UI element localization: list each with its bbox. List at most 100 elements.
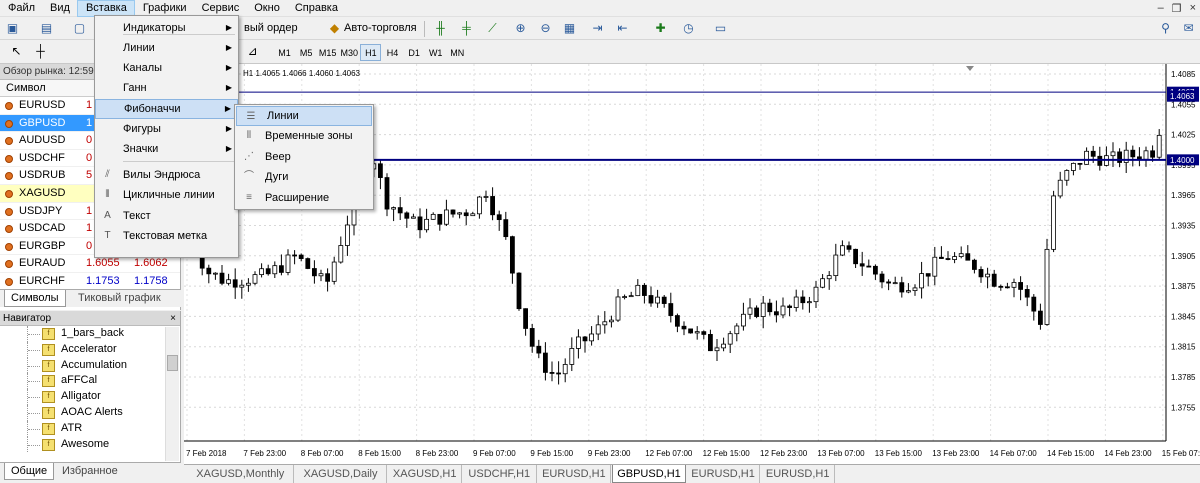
bar-chart-icon[interactable]: ╫ (432, 20, 449, 37)
navigator-item[interactable]: f AOAC Alerts (0, 404, 180, 421)
auto-scroll-icon[interactable]: ⇥ (589, 20, 606, 37)
minimize-icon[interactable]: – (1158, 2, 1164, 15)
tile-windows-icon[interactable]: ▦ (561, 20, 578, 37)
tools-dropdown-icon[interactable]: ⊿ (244, 43, 261, 60)
profiles-icon[interactable]: ▤ (38, 20, 55, 37)
fibonacci-menu-item[interactable]: ⦀ Временные зоны (235, 126, 373, 146)
chart-tab[interactable]: EURUSD,H1 (538, 465, 612, 483)
navigator-item[interactable]: f Awesome (0, 436, 180, 453)
timeframe-h4[interactable]: H4 (382, 44, 403, 61)
insert-menu-item[interactable]: Ганн ▶ (95, 78, 238, 98)
insert-menu-item[interactable]: Индикаторы ▶ (95, 18, 238, 38)
navigator-item-label: Awesome (61, 437, 110, 450)
candle-body (265, 268, 271, 275)
menu-item-1[interactable]: Вид (42, 0, 77, 17)
timeframe-m5[interactable]: M5 (296, 44, 317, 61)
timeframe-w1[interactable]: W1 (425, 44, 446, 61)
navigator-item[interactable]: f ATR (0, 420, 180, 437)
insert-menu-item[interactable]: Значки ▶ (95, 139, 238, 159)
timeframe-m15[interactable]: M15 (317, 44, 338, 61)
navigator-item-label: AOAC Alerts (61, 405, 123, 418)
candlestick-icon[interactable]: ╪ (458, 20, 475, 37)
candle-body (780, 305, 786, 316)
menu-separator (123, 34, 235, 35)
chart-tab[interactable]: EURUSD,H1 (761, 465, 835, 483)
chart-shift-marker[interactable] (966, 66, 974, 71)
cursor-icon[interactable]: ↖ (8, 43, 25, 60)
candle-body (437, 213, 443, 225)
tab-common[interactable]: Общие (4, 463, 55, 480)
close-icon[interactable]: × (170, 311, 176, 326)
crosshair-icon[interactable]: ┼ (32, 43, 49, 60)
text-icon: A (104, 209, 111, 221)
fibonacci-menu-item[interactable]: ≡ Расширение (235, 188, 373, 208)
navigator-item[interactable]: f aFFCal (0, 373, 180, 390)
candle-body (833, 254, 839, 277)
insert-menu-item[interactable]: T Текстовая метка (95, 226, 238, 246)
chart-tab[interactable]: XAGUSD,H1 (388, 465, 462, 483)
search-icon[interactable]: ⚲ (1157, 20, 1174, 37)
chart-shift-icon[interactable]: ⇤ (614, 20, 631, 37)
menu-item-6[interactable]: Справка (287, 0, 345, 17)
symbol-status-icon (5, 277, 13, 286)
insert-menu-item[interactable]: ⫽ Вилы Эндрюса (95, 165, 238, 185)
chart-tab[interactable]: XAGUSD,Monthly (188, 465, 294, 483)
chart-window-icon[interactable]: ▢ (71, 20, 88, 37)
candle-body (800, 296, 806, 304)
symbol-row[interactable]: EURCHF 1.1753 1.1758 (0, 273, 180, 291)
menu-item-0[interactable]: Файл (0, 0, 42, 17)
scrollbar-thumb[interactable] (167, 355, 178, 371)
templates-icon[interactable]: ▭ (712, 20, 729, 37)
auto-trading-icon[interactable]: ◆ (326, 20, 343, 37)
new-chart-icon[interactable]: ▣ (4, 20, 21, 37)
new-order-button[interactable]: вый ордер (244, 20, 298, 37)
line-chart-icon[interactable]: ⟋ (484, 20, 501, 37)
periods-icon[interactable]: ◷ (680, 20, 697, 37)
zoom-out-icon[interactable]: ⊖ (537, 20, 554, 37)
timeframe-h1[interactable]: H1 (360, 44, 382, 61)
chart-tab[interactable]: GBPUSD,H1 (612, 465, 686, 483)
chart-tab[interactable]: XAGUSD,Daily (295, 465, 388, 483)
chart-tab[interactable]: EURUSD,H1 (687, 465, 761, 483)
navigator-item[interactable]: f 1_bars_back (0, 326, 180, 342)
candle-body (496, 214, 502, 221)
insert-menu-item[interactable]: ⦀ Цикличные линии (95, 185, 238, 205)
time-tick-label: 12 Feb 07:00 (645, 449, 693, 458)
restore-icon[interactable]: ❐ (1172, 2, 1182, 15)
fibonacci-menu-item[interactable]: ⋰ Веер (235, 147, 373, 167)
fibonacci-menu-item[interactable]: ⌒ Дуги (235, 167, 373, 187)
navigator-item[interactable]: f Alligator (0, 389, 180, 405)
candle-body (443, 209, 449, 225)
auto-trading-button[interactable]: Авто-торговля (344, 20, 417, 37)
tab-favorites[interactable]: Избранное (56, 463, 124, 480)
chart-tab[interactable]: USDCHF,H1 (463, 465, 537, 483)
candle-body (602, 321, 608, 326)
navigator-item[interactable]: f Accumulation (0, 357, 180, 374)
tab-symbols[interactable]: Символы (4, 290, 66, 307)
insert-menu-item[interactable]: Фигуры ▶ (95, 119, 238, 139)
insert-menu-item[interactable]: Фибоначчи ▶ (95, 98, 238, 119)
insert-menu-item[interactable]: A Текст (95, 206, 238, 226)
tree-line (27, 373, 41, 390)
candle-body (873, 265, 878, 275)
chat-icon[interactable]: ✉ (1180, 20, 1197, 37)
zoom-in-icon[interactable]: ⊕ (512, 20, 529, 37)
insert-menu-item[interactable]: Линии ▶ (95, 38, 238, 58)
candle-body (932, 256, 938, 277)
insert-menu-item[interactable]: Каналы ▶ (95, 58, 238, 78)
symbol-ask: 1.1758 (134, 274, 168, 287)
indicators-icon[interactable]: ✚ (652, 20, 669, 37)
timeframe-d1[interactable]: D1 (404, 44, 425, 61)
navigator-item[interactable]: f Accelerator (0, 341, 180, 358)
timeframe-mn[interactable]: MN (447, 44, 468, 61)
menu-item-5[interactable]: Окно (246, 0, 287, 17)
tab-tick-chart[interactable]: Тиковый график (72, 290, 167, 307)
navigator-scrollbar[interactable] (165, 327, 179, 461)
price-tick-label: 1.4025 (1171, 131, 1196, 140)
timeframe-m1[interactable]: M1 (274, 44, 295, 61)
timeframe-m30[interactable]: M30 (339, 44, 360, 61)
time-tick-label: 14 Feb 23:00 (1104, 449, 1152, 458)
fibonacci-menu-item[interactable]: ☰ Линии (236, 106, 372, 126)
close-window-icon[interactable]: × (1190, 2, 1196, 15)
insert-menu-item-label: Текст (123, 209, 151, 222)
